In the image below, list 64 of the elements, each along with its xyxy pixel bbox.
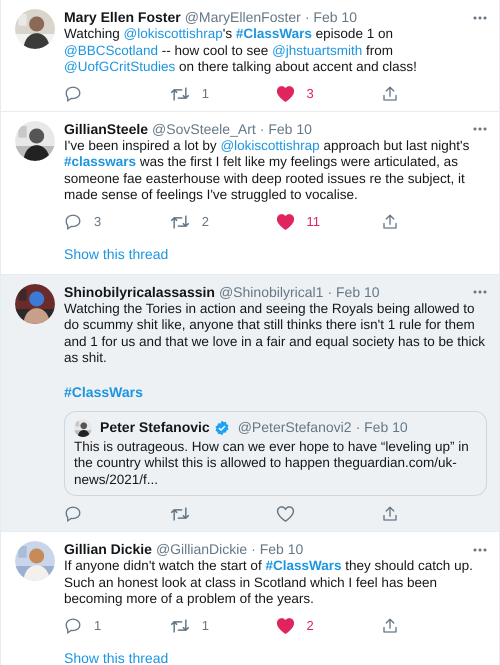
quoted-tweet[interactable]: Peter Stefanovic @PeterStefanovi2 · Feb 10 This is outrageous. How can we ever hope to have “leveling up” in the country whilst this is allowed to happen theguardian.com/uk-news/2021/f... bbox=[64, 410, 487, 496]
tweet-date[interactable]: · Feb 10 bbox=[251, 541, 304, 558]
action-count: 3 bbox=[306, 84, 314, 103]
like-button[interactable]: 3 bbox=[276, 82, 382, 106]
action-count: 2 bbox=[306, 616, 314, 635]
mention-link[interactable]: @lokiscottishrap bbox=[220, 138, 320, 152]
reply-icon bbox=[64, 505, 82, 523]
author-name: Peter Stefanovic bbox=[100, 419, 210, 436]
share-icon bbox=[381, 212, 400, 230]
retweet-button[interactable]: 1 bbox=[170, 82, 276, 106]
mention-link[interactable]: @UofGCritStudies bbox=[64, 59, 176, 74]
author-handle[interactable]: @MaryEllenFoster bbox=[184, 9, 301, 26]
show-thread-link[interactable]: Show this thread bbox=[64, 650, 168, 665]
share-icon bbox=[381, 84, 400, 102]
more-icon[interactable] bbox=[473, 548, 487, 552]
more-icon[interactable] bbox=[473, 16, 487, 20]
quoted-text: This is outrageous. How can we ever hope to have “leveling up” in the country whilst this is allowed to happen theguardian.com/uk-news/2021/f... bbox=[74, 438, 470, 488]
show-thread-link[interactable]: Show this thread bbox=[64, 246, 168, 262]
mention-link[interactable]: @BBCScotland bbox=[64, 42, 158, 58]
tweet-date[interactable]: · Feb 10 bbox=[304, 9, 357, 26]
like-button[interactable]: 11 bbox=[276, 210, 382, 234]
like-button[interactable]: 2 bbox=[276, 614, 382, 638]
mention-link[interactable]: @lokiscottishrap bbox=[124, 26, 223, 41]
share-icon bbox=[381, 616, 400, 634]
retweet-icon bbox=[170, 212, 190, 230]
action-count: 1 bbox=[94, 616, 102, 635]
tweet-text: If anyone didn't watch the start of #ClassWars they should catch up. Such an honest look at class in Scotland which I feel has been becoming more of a problem of the years. bbox=[64, 558, 474, 608]
tweet-text: I've been inspired a lot by @lokiscottishrap approach but last night's #classwars was the first I felt like my feelings were articulated, as someone fae easterhouse with deep rooted issues re the subject, it made sense of feelings I've struggled to vocalise. bbox=[64, 138, 470, 204]
mention-link[interactable]: @jhstuartsmith bbox=[272, 42, 362, 58]
author-handle[interactable]: @Shinobilyrical1 bbox=[218, 284, 324, 300]
tweet-text: Watching @lokiscottishrap's #ClassWars episode 1 on @BBCScotland -- how cool to see @jhstuartsmith from @UofGCritStudies on there talking about accent and class! bbox=[64, 26, 418, 76]
retweet-icon bbox=[170, 616, 190, 634]
reply-icon bbox=[64, 616, 82, 634]
more-icon[interactable] bbox=[473, 290, 487, 294]
author-handle[interactable]: @SovSteele_Art bbox=[152, 120, 256, 138]
action-count: 1 bbox=[202, 84, 209, 103]
retweet-button[interactable]: 2 bbox=[170, 210, 276, 234]
more-icon[interactable] bbox=[473, 127, 487, 131]
retweet-icon bbox=[170, 505, 190, 523]
action-count: 1 bbox=[202, 616, 209, 635]
action-count: 2 bbox=[202, 212, 209, 231]
tweet-text: Watching the Tories in action and seeing the Royals being allowed to do scummy shit like, anyone that still thinks there isn't 1 rule for them and 1 for us and that we love in a fair and equal society has to be thick as shit. bbox=[64, 300, 486, 366]
action-count: 11 bbox=[306, 212, 320, 231]
author-name[interactable]: GillianSteele bbox=[64, 120, 148, 138]
hashtag-link[interactable]: #ClassWars bbox=[265, 558, 342, 573]
reply-button[interactable]: 3 bbox=[64, 210, 170, 234]
author-handle: @PeterStefanovi2 bbox=[238, 419, 352, 436]
tweet-date: · Feb 10 bbox=[356, 419, 408, 436]
hashtag-link[interactable]: #ClassWars bbox=[236, 26, 312, 41]
action-count: 3 bbox=[94, 212, 102, 231]
retweet-icon bbox=[170, 84, 190, 102]
tweet-date[interactable]: · Feb 10 bbox=[260, 120, 312, 138]
author-name[interactable]: Shinobilyricalassassin bbox=[64, 284, 215, 300]
author-handle[interactable]: @GillianDickie bbox=[156, 541, 248, 558]
hashtag-link[interactable]: #classwars bbox=[64, 154, 136, 169]
tweet-date[interactable]: · Feb 10 bbox=[327, 284, 380, 300]
reply-button[interactable]: 1 bbox=[64, 614, 170, 638]
hashtag-link[interactable]: #ClassWars bbox=[64, 384, 143, 400]
author-name[interactable]: Gillian Dickie bbox=[64, 541, 152, 558]
retweet-button[interactable]: 1 bbox=[170, 614, 276, 638]
author-name[interactable]: Mary Ellen Foster bbox=[64, 9, 181, 26]
share-icon bbox=[381, 505, 400, 523]
reply-icon bbox=[64, 84, 82, 102]
reply-icon bbox=[64, 212, 82, 230]
